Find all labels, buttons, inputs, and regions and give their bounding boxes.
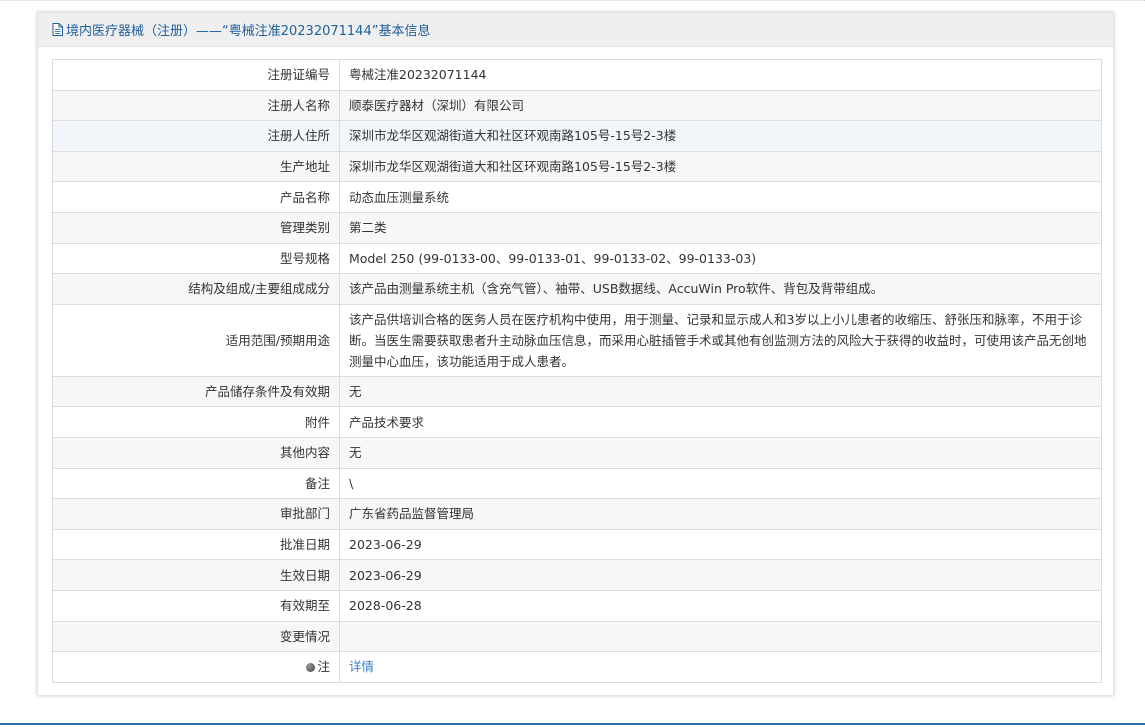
row-label: 管理类别 bbox=[52, 211, 340, 244]
table-row-note: 注 详情 bbox=[52, 651, 1102, 683]
row-value: 动态血压测量系统 bbox=[339, 181, 1102, 213]
note-label: 注 bbox=[317, 659, 330, 675]
row-value: 深圳市龙华区观湖街道大和社区环观南路105号-15号2-3楼 bbox=[339, 120, 1102, 152]
table-row: 批准日期 2023-06-29 bbox=[52, 528, 1102, 561]
info-panel: 境内医疗器械（注册）——“粤械注准20232071144”基本信息 注册证编号 … bbox=[37, 12, 1114, 696]
info-table: 注册证编号 粤械注准20232071144 注册人名称 顺泰医疗器材（深圳）有限… bbox=[52, 59, 1102, 683]
row-label: 注册人名称 bbox=[52, 89, 340, 122]
row-label: 产品储存条件及有效期 bbox=[52, 375, 340, 408]
row-label: 产品名称 bbox=[52, 181, 340, 213]
row-value: 2023-06-29 bbox=[339, 559, 1102, 591]
table-row: 变更情况 bbox=[52, 620, 1102, 653]
row-value: 该产品由测量系统主机（含充气管）、袖带、USB数据线、AccuWin Pro软件… bbox=[339, 273, 1102, 305]
table-row: 产品储存条件及有效期 无 bbox=[52, 375, 1102, 408]
table-row: 注册人名称 顺泰医疗器材（深圳）有限公司 bbox=[52, 89, 1102, 122]
row-label: 有效期至 bbox=[52, 589, 340, 622]
table-row: 生产地址 深圳市龙华区观湖街道大和社区环观南路105号-15号2-3楼 bbox=[52, 150, 1102, 183]
table-row: 其他内容 无 bbox=[52, 436, 1102, 469]
row-value: 该产品供培训合格的医务人员在医疗机构中使用，用于测量、记录和显示成人和3岁以上小… bbox=[339, 303, 1102, 377]
row-value: 粤械注准20232071144 bbox=[339, 59, 1102, 91]
table-row: 审批部门 广东省药品监督管理局 bbox=[52, 498, 1102, 530]
table-row: 注册人住所 深圳市龙华区观湖街道大和社区环观南路105号-15号2-3楼 bbox=[52, 120, 1102, 152]
table-row: 管理类别 第二类 bbox=[52, 211, 1102, 244]
note-bullet-icon bbox=[306, 663, 316, 673]
panel-title: 境内医疗器械（注册）——“粤械注准20232071144”基本信息 bbox=[66, 24, 431, 39]
row-value: 第二类 bbox=[339, 211, 1102, 244]
table-row: 有效期至 2028-06-28 bbox=[52, 589, 1102, 622]
row-label: 注册人住所 bbox=[52, 120, 340, 152]
table-row: 注册证编号 粤械注准20232071144 bbox=[52, 59, 1102, 91]
table-row: 附件 产品技术要求 bbox=[52, 406, 1102, 438]
bottom-accent-bar bbox=[0, 723, 1145, 725]
row-value: \ bbox=[339, 467, 1102, 500]
row-value: 深圳市龙华区观湖街道大和社区环观南路105号-15号2-3楼 bbox=[339, 150, 1102, 183]
row-label: 批准日期 bbox=[52, 528, 340, 561]
table-row: 结构及组成/主要组成成分 该产品由测量系统主机（含充气管）、袖带、USB数据线、… bbox=[52, 273, 1102, 305]
row-value: 无 bbox=[339, 436, 1102, 469]
row-value: 2023-06-29 bbox=[339, 528, 1102, 561]
detail-link[interactable]: 详情 bbox=[349, 659, 374, 674]
table-row: 型号规格 Model 250 (99-0133-00、99-0133-01、99… bbox=[52, 242, 1102, 275]
document-icon bbox=[52, 23, 63, 36]
row-label: 备注 bbox=[52, 467, 340, 500]
row-label: 注册证编号 bbox=[52, 59, 340, 91]
row-label: 变更情况 bbox=[52, 620, 340, 653]
table-row: 备注 \ bbox=[52, 467, 1102, 500]
row-value: Model 250 (99-0133-00、99-0133-01、99-0133… bbox=[339, 242, 1102, 275]
row-label: 型号规格 bbox=[52, 242, 340, 275]
row-value: 产品技术要求 bbox=[339, 406, 1102, 438]
row-label: 结构及组成/主要组成成分 bbox=[52, 273, 340, 305]
top-dotted-divider bbox=[0, 0, 1145, 1]
row-label: 其他内容 bbox=[52, 436, 340, 469]
row-label: 适用范围/预期用途 bbox=[52, 303, 340, 377]
panel-header: 境内医疗器械（注册）——“粤械注准20232071144”基本信息 bbox=[38, 13, 1113, 47]
row-value: 2028-06-28 bbox=[339, 589, 1102, 622]
row-label: 审批部门 bbox=[52, 498, 340, 530]
table-row: 适用范围/预期用途 该产品供培训合格的医务人员在医疗机构中使用，用于测量、记录和… bbox=[52, 303, 1102, 377]
row-value: 无 bbox=[339, 375, 1102, 408]
row-value bbox=[339, 620, 1102, 653]
row-value: 顺泰医疗器材（深圳）有限公司 bbox=[339, 89, 1102, 122]
note-label-cell: 注 bbox=[52, 651, 340, 683]
note-value-cell: 详情 bbox=[339, 651, 1102, 683]
row-label: 生产地址 bbox=[52, 150, 340, 183]
table-row: 产品名称 动态血压测量系统 bbox=[52, 181, 1102, 213]
row-label: 生效日期 bbox=[52, 559, 340, 591]
row-value: 广东省药品监督管理局 bbox=[339, 498, 1102, 530]
row-label: 附件 bbox=[52, 406, 340, 438]
table-row: 生效日期 2023-06-29 bbox=[52, 559, 1102, 591]
